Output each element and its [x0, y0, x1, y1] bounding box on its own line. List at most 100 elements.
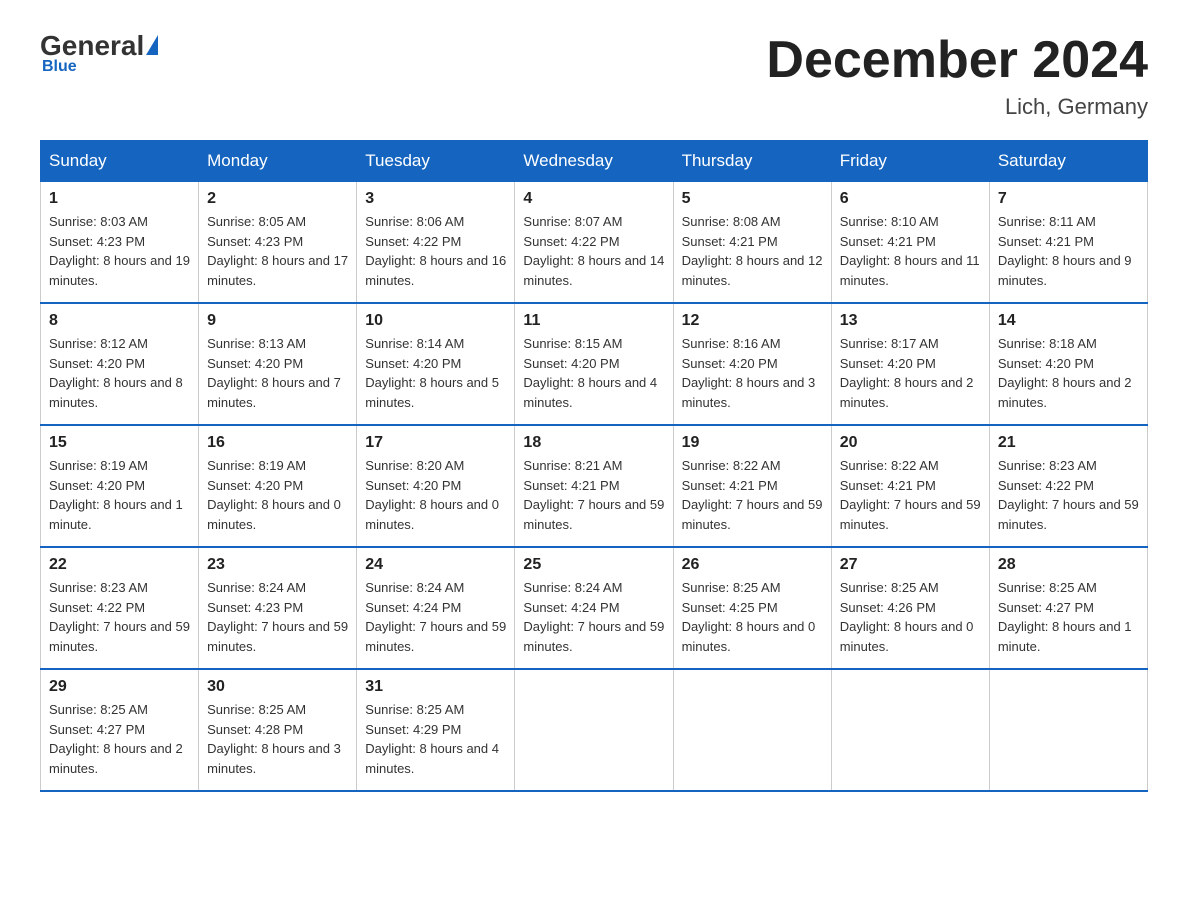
logo: General Blue [40, 30, 158, 76]
calendar-cell: 26 Sunrise: 8:25 AMSunset: 4:25 PMDaylig… [673, 547, 831, 669]
page-header: General Blue December 2024 Lich, Germany [40, 30, 1148, 120]
calendar-cell: 3 Sunrise: 8:06 AMSunset: 4:22 PMDayligh… [357, 182, 515, 304]
calendar-cell: 7 Sunrise: 8:11 AMSunset: 4:21 PMDayligh… [989, 182, 1147, 304]
day-info: Sunrise: 8:24 AMSunset: 4:24 PMDaylight:… [365, 578, 506, 656]
weekday-header-thursday: Thursday [673, 141, 831, 182]
calendar-cell: 28 Sunrise: 8:25 AMSunset: 4:27 PMDaylig… [989, 547, 1147, 669]
day-number: 24 [365, 556, 506, 574]
day-info: Sunrise: 8:13 AMSunset: 4:20 PMDaylight:… [207, 334, 348, 412]
day-number: 13 [840, 312, 981, 330]
day-number: 22 [49, 556, 190, 574]
calendar-cell: 14 Sunrise: 8:18 AMSunset: 4:20 PMDaylig… [989, 303, 1147, 425]
logo-blue-text: Blue [42, 58, 158, 76]
day-info: Sunrise: 8:25 AMSunset: 4:28 PMDaylight:… [207, 700, 348, 778]
day-info: Sunrise: 8:22 AMSunset: 4:21 PMDaylight:… [840, 456, 981, 534]
day-info: Sunrise: 8:10 AMSunset: 4:21 PMDaylight:… [840, 212, 981, 290]
calendar-cell: 24 Sunrise: 8:24 AMSunset: 4:24 PMDaylig… [357, 547, 515, 669]
day-number: 12 [682, 312, 823, 330]
calendar-cell: 17 Sunrise: 8:20 AMSunset: 4:20 PMDaylig… [357, 425, 515, 547]
day-number: 7 [998, 190, 1139, 208]
calendar-cell: 29 Sunrise: 8:25 AMSunset: 4:27 PMDaylig… [41, 669, 199, 791]
location-label: Lich, Germany [766, 94, 1148, 120]
calendar-cell [989, 669, 1147, 791]
day-info: Sunrise: 8:24 AMSunset: 4:24 PMDaylight:… [523, 578, 664, 656]
day-number: 29 [49, 678, 190, 696]
day-info: Sunrise: 8:06 AMSunset: 4:22 PMDaylight:… [365, 212, 506, 290]
calendar-cell: 31 Sunrise: 8:25 AMSunset: 4:29 PMDaylig… [357, 669, 515, 791]
weekday-header-tuesday: Tuesday [357, 141, 515, 182]
calendar-cell: 18 Sunrise: 8:21 AMSunset: 4:21 PMDaylig… [515, 425, 673, 547]
day-info: Sunrise: 8:25 AMSunset: 4:25 PMDaylight:… [682, 578, 823, 656]
calendar-week-row: 15 Sunrise: 8:19 AMSunset: 4:20 PMDaylig… [41, 425, 1148, 547]
weekday-header-saturday: Saturday [989, 141, 1147, 182]
day-info: Sunrise: 8:05 AMSunset: 4:23 PMDaylight:… [207, 212, 348, 290]
day-number: 30 [207, 678, 348, 696]
day-number: 4 [523, 190, 664, 208]
day-number: 9 [207, 312, 348, 330]
day-info: Sunrise: 8:25 AMSunset: 4:27 PMDaylight:… [998, 578, 1139, 656]
day-number: 14 [998, 312, 1139, 330]
day-info: Sunrise: 8:22 AMSunset: 4:21 PMDaylight:… [682, 456, 823, 534]
calendar-cell: 23 Sunrise: 8:24 AMSunset: 4:23 PMDaylig… [199, 547, 357, 669]
calendar-cell: 13 Sunrise: 8:17 AMSunset: 4:20 PMDaylig… [831, 303, 989, 425]
day-number: 16 [207, 434, 348, 452]
calendar-cell: 16 Sunrise: 8:19 AMSunset: 4:20 PMDaylig… [199, 425, 357, 547]
day-number: 2 [207, 190, 348, 208]
calendar-cell [515, 669, 673, 791]
day-info: Sunrise: 8:11 AMSunset: 4:21 PMDaylight:… [998, 212, 1139, 290]
day-number: 20 [840, 434, 981, 452]
day-number: 3 [365, 190, 506, 208]
day-info: Sunrise: 8:14 AMSunset: 4:20 PMDaylight:… [365, 334, 506, 412]
day-number: 15 [49, 434, 190, 452]
day-info: Sunrise: 8:18 AMSunset: 4:20 PMDaylight:… [998, 334, 1139, 412]
day-number: 27 [840, 556, 981, 574]
calendar-cell: 8 Sunrise: 8:12 AMSunset: 4:20 PMDayligh… [41, 303, 199, 425]
month-title: December 2024 [766, 30, 1148, 90]
day-number: 23 [207, 556, 348, 574]
calendar-cell: 19 Sunrise: 8:22 AMSunset: 4:21 PMDaylig… [673, 425, 831, 547]
calendar-cell [673, 669, 831, 791]
day-number: 10 [365, 312, 506, 330]
title-block: December 2024 Lich, Germany [766, 30, 1148, 120]
day-number: 5 [682, 190, 823, 208]
calendar-cell: 12 Sunrise: 8:16 AMSunset: 4:20 PMDaylig… [673, 303, 831, 425]
day-info: Sunrise: 8:23 AMSunset: 4:22 PMDaylight:… [998, 456, 1139, 534]
day-info: Sunrise: 8:19 AMSunset: 4:20 PMDaylight:… [49, 456, 190, 534]
calendar-cell: 15 Sunrise: 8:19 AMSunset: 4:20 PMDaylig… [41, 425, 199, 547]
day-info: Sunrise: 8:16 AMSunset: 4:20 PMDaylight:… [682, 334, 823, 412]
day-info: Sunrise: 8:08 AMSunset: 4:21 PMDaylight:… [682, 212, 823, 290]
day-info: Sunrise: 8:25 AMSunset: 4:26 PMDaylight:… [840, 578, 981, 656]
calendar-cell: 25 Sunrise: 8:24 AMSunset: 4:24 PMDaylig… [515, 547, 673, 669]
calendar-cell: 1 Sunrise: 8:03 AMSunset: 4:23 PMDayligh… [41, 182, 199, 304]
day-info: Sunrise: 8:19 AMSunset: 4:20 PMDaylight:… [207, 456, 348, 534]
day-number: 1 [49, 190, 190, 208]
day-number: 26 [682, 556, 823, 574]
weekday-header-row: SundayMondayTuesdayWednesdayThursdayFrid… [41, 141, 1148, 182]
calendar-cell: 4 Sunrise: 8:07 AMSunset: 4:22 PMDayligh… [515, 182, 673, 304]
logo-triangle-icon [146, 35, 158, 55]
calendar-table: SundayMondayTuesdayWednesdayThursdayFrid… [40, 140, 1148, 792]
calendar-cell: 30 Sunrise: 8:25 AMSunset: 4:28 PMDaylig… [199, 669, 357, 791]
calendar-cell: 11 Sunrise: 8:15 AMSunset: 4:20 PMDaylig… [515, 303, 673, 425]
calendar-week-row: 29 Sunrise: 8:25 AMSunset: 4:27 PMDaylig… [41, 669, 1148, 791]
day-info: Sunrise: 8:20 AMSunset: 4:20 PMDaylight:… [365, 456, 506, 534]
day-info: Sunrise: 8:15 AMSunset: 4:20 PMDaylight:… [523, 334, 664, 412]
day-info: Sunrise: 8:25 AMSunset: 4:29 PMDaylight:… [365, 700, 506, 778]
day-info: Sunrise: 8:24 AMSunset: 4:23 PMDaylight:… [207, 578, 348, 656]
day-info: Sunrise: 8:03 AMSunset: 4:23 PMDaylight:… [49, 212, 190, 290]
calendar-cell: 22 Sunrise: 8:23 AMSunset: 4:22 PMDaylig… [41, 547, 199, 669]
day-number: 6 [840, 190, 981, 208]
day-info: Sunrise: 8:07 AMSunset: 4:22 PMDaylight:… [523, 212, 664, 290]
day-number: 28 [998, 556, 1139, 574]
day-number: 25 [523, 556, 664, 574]
day-info: Sunrise: 8:25 AMSunset: 4:27 PMDaylight:… [49, 700, 190, 778]
calendar-cell: 6 Sunrise: 8:10 AMSunset: 4:21 PMDayligh… [831, 182, 989, 304]
calendar-cell: 27 Sunrise: 8:25 AMSunset: 4:26 PMDaylig… [831, 547, 989, 669]
calendar-cell: 2 Sunrise: 8:05 AMSunset: 4:23 PMDayligh… [199, 182, 357, 304]
calendar-cell: 20 Sunrise: 8:22 AMSunset: 4:21 PMDaylig… [831, 425, 989, 547]
weekday-header-monday: Monday [199, 141, 357, 182]
day-info: Sunrise: 8:21 AMSunset: 4:21 PMDaylight:… [523, 456, 664, 534]
day-number: 8 [49, 312, 190, 330]
calendar-cell: 21 Sunrise: 8:23 AMSunset: 4:22 PMDaylig… [989, 425, 1147, 547]
day-number: 11 [523, 312, 664, 330]
